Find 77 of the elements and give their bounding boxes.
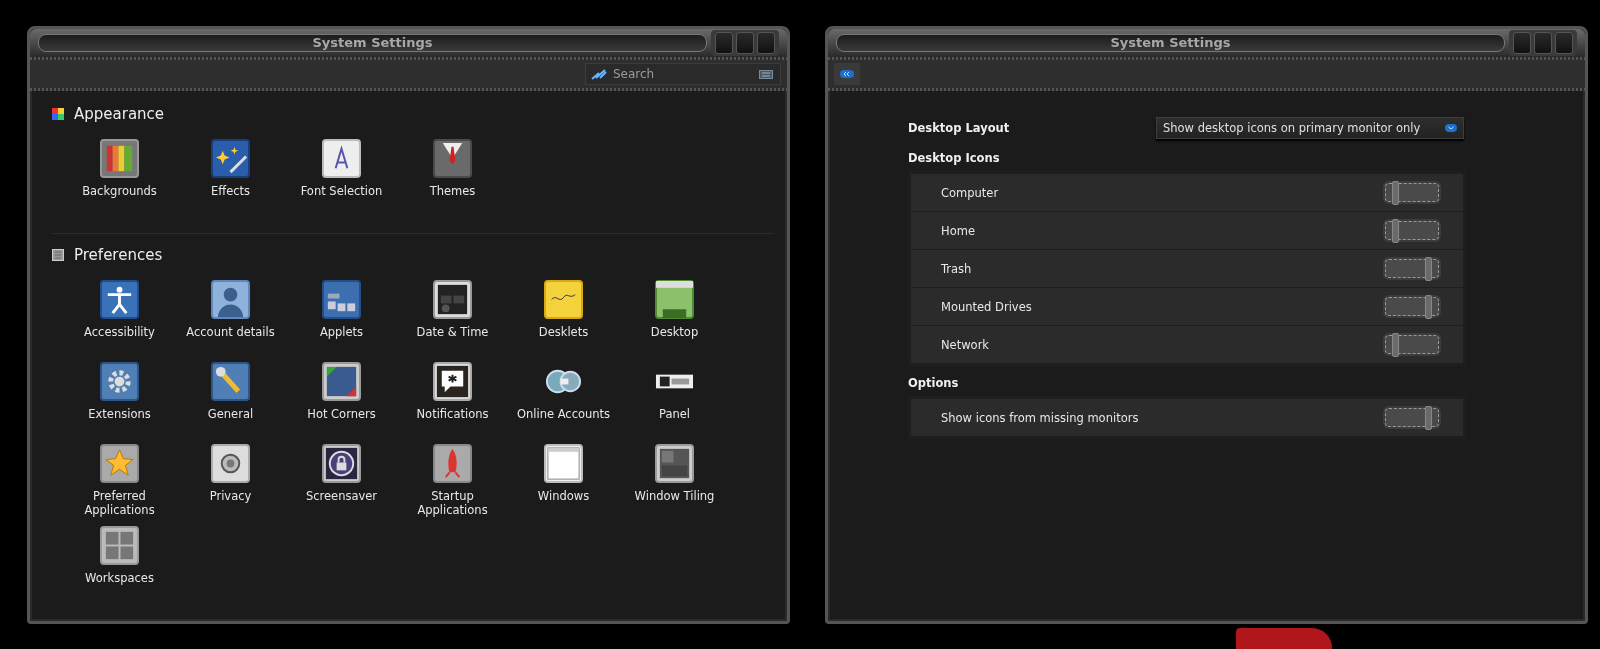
settings-label[interactable]: Notifications (416, 407, 489, 421)
accessibility-icon[interactable] (100, 280, 139, 319)
suit-icon[interactable] (433, 139, 472, 178)
corners-icon[interactable] (322, 362, 361, 401)
minimize-button[interactable] (1513, 32, 1531, 54)
grid-square-icon (52, 249, 64, 261)
settings-label[interactable]: Preferred Applications (64, 489, 175, 517)
speech-bubble-icon[interactable] (433, 362, 472, 401)
user-icon[interactable] (211, 280, 250, 319)
settings-label[interactable]: Screensaver (305, 489, 378, 503)
window-icon[interactable] (544, 444, 583, 483)
settings-label[interactable]: Privacy (209, 489, 252, 503)
toggle-switch[interactable] (1385, 221, 1439, 240)
clear-icon[interactable] (759, 70, 773, 79)
wrench-icon[interactable] (211, 362, 250, 401)
settings-label[interactable]: Extensions (88, 407, 151, 421)
gear-icon[interactable] (100, 362, 139, 401)
setting-label: Home (941, 223, 975, 238)
settings-label[interactable]: Hot Corners (307, 407, 376, 421)
back-button[interactable] (834, 63, 860, 85)
lock-icon[interactable] (322, 444, 361, 483)
layout-dropdown[interactable]: Show desktop icons on primary monitor only (1156, 117, 1464, 139)
tiles-icon[interactable] (655, 444, 694, 483)
settings-label[interactable]: Account details (186, 325, 275, 339)
setting-label: Computer (941, 185, 999, 200)
minimize-button[interactable] (715, 32, 733, 54)
settings-label[interactable]: Accessibility (84, 325, 155, 339)
toggle-switch[interactable] (1385, 335, 1439, 354)
settings-label[interactable]: Effects (210, 184, 251, 198)
settings-label[interactable]: Window Tiling (634, 489, 715, 503)
window-title: System Settings (38, 34, 707, 52)
settings-label[interactable]: Windows (537, 489, 590, 503)
window-title: System Settings (836, 34, 1505, 52)
settings-label[interactable]: General (207, 407, 254, 421)
color-square-icon (52, 108, 64, 120)
grid-icon[interactable] (100, 526, 139, 565)
settings-label[interactable]: Backgrounds (82, 184, 157, 198)
search-icon (591, 68, 607, 80)
close-button[interactable] (757, 32, 775, 54)
setting-label: Desktop Layout (908, 121, 1010, 135)
back-icon (840, 70, 854, 78)
panels-icon[interactable] (322, 280, 361, 319)
section-title: Preferences (74, 246, 163, 264)
note-icon[interactable] (544, 280, 583, 319)
rocket-icon[interactable] (433, 444, 472, 483)
toggle-switch[interactable] (1385, 183, 1439, 202)
maximize-button[interactable] (1534, 32, 1552, 54)
group-title: Options (908, 376, 960, 390)
stripes-icon[interactable] (100, 139, 139, 178)
section-title: Appearance (74, 105, 165, 123)
maximize-button[interactable] (736, 32, 754, 54)
settings-label[interactable]: Startup Applications (397, 489, 508, 517)
setting-label: Mounted Drives (941, 299, 1032, 314)
calendar-icon[interactable] (433, 280, 472, 319)
landscape-icon[interactable] (655, 280, 694, 319)
setting-label: Network (941, 337, 990, 352)
group-title: Desktop Icons (908, 151, 1001, 165)
safe-icon[interactable] (211, 444, 250, 483)
setting-label: Show icons from missing monitors (941, 410, 1139, 425)
settings-label[interactable]: Workspaces (85, 571, 154, 585)
settings-label[interactable]: Date & Time (416, 325, 489, 339)
settings-label[interactable]: Themes (429, 184, 476, 198)
settings-label[interactable]: Applets (319, 325, 364, 339)
settings-label[interactable]: Panel (659, 407, 690, 421)
toggle-switch[interactable] (1385, 408, 1439, 427)
setting-label: Trash (941, 261, 972, 276)
settings-label[interactable]: Desktop (650, 325, 699, 339)
settings-label[interactable]: Online Accounts (516, 407, 611, 421)
toggle-switch[interactable] (1385, 297, 1439, 316)
search-field[interactable]: Search (585, 63, 781, 85)
settings-label[interactable]: Desklets (538, 325, 589, 339)
sparkles-icon[interactable] (211, 139, 250, 178)
toggle-switch[interactable] (1385, 259, 1439, 278)
close-button[interactable] (1555, 32, 1573, 54)
letter-tile-icon[interactable] (322, 139, 361, 178)
chevron-down-icon (1445, 124, 1457, 132)
settings-label[interactable]: Font Selection (300, 184, 383, 198)
